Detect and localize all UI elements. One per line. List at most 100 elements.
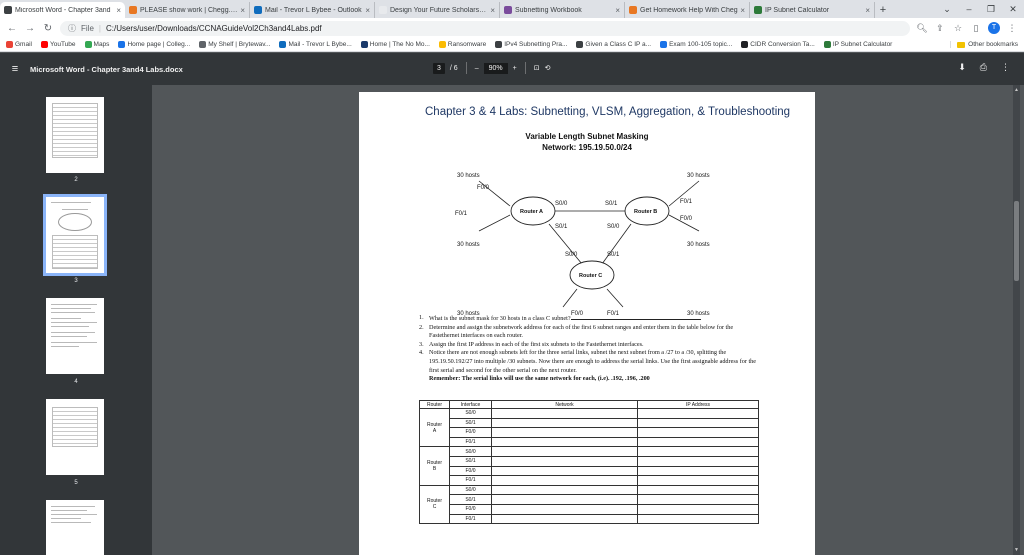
browser-tab[interactable]: Design Your Future Scholarship × [375,2,500,18]
ip-address-cell[interactable] [637,408,759,419]
ip-address-cell[interactable] [637,494,759,505]
minimize-button[interactable]: – [958,4,980,14]
bookmark-item[interactable]: My Shelf | Brytewav... [199,41,270,48]
reload-icon[interactable]: ↻ [42,23,54,34]
ip-address-cell[interactable] [637,446,759,457]
bookmark-favicon-icon [118,41,126,48]
network-cell[interactable] [491,513,638,525]
bookmark-item[interactable]: CIDR Conversion Ta... [741,41,815,48]
tab-close-icon[interactable]: × [365,6,370,15]
browser-tab[interactable]: PLEASE show work | Chegg.com × [125,2,250,18]
page-thumbnail-6[interactable] [46,500,104,555]
browser-tab[interactable]: Get Homework Help With Cheg × [625,2,750,18]
download-icon[interactable]: ⬇ [958,62,966,73]
network-cell[interactable] [491,475,638,486]
close-window-button[interactable]: ✕ [1002,4,1024,15]
network-cell[interactable] [491,503,638,515]
scroll-up-arrow-icon[interactable]: ▲ [1013,87,1020,93]
url-text[interactable]: C:/Users/user/Downloads/CCNAGuideVol2Ch3… [106,24,322,33]
bookmark-item[interactable]: IP Subnet Calculator [823,41,892,48]
tab-close-icon[interactable]: × [240,6,245,15]
page-thumbnail-2[interactable] [46,97,104,173]
bookmark-item[interactable]: Given a Class C IP a... [576,41,651,48]
tab-title: Microsoft Word - Chapter 3and [15,6,111,14]
bookmark-item[interactable]: Home | The No Mo... [360,41,430,48]
bookmark-item[interactable]: Home page | Colleg... [118,41,190,48]
omnibox[interactable]: ⓘ File | C:/Users/user/Downloads/CCNAGui… [60,20,910,36]
other-bookmarks[interactable]: Other bookmarks [950,41,1018,48]
share-icon[interactable]: ⇪ [934,23,946,34]
ip-address-cell[interactable] [637,455,759,467]
page-total: / 6 [449,64,458,72]
tab-close-icon[interactable]: × [490,6,495,15]
table-row: F0/0 [420,465,759,477]
browser-tab[interactable]: Mail - Trevor L Bybee - Outlook × [250,2,375,18]
ip-address-cell[interactable] [637,513,759,525]
ip-address-cell[interactable] [637,484,759,496]
network-cell[interactable] [491,484,638,496]
ip-address-cell[interactable] [637,436,759,448]
page-thumbnail-5[interactable] [46,399,104,475]
browser-tab[interactable]: Subnetting Workbook × [500,2,625,18]
bookmark-item[interactable]: Ransomware [438,41,486,48]
bookmark-item[interactable]: Gmail [6,41,32,48]
ip-address-cell[interactable] [637,503,759,515]
tab-close-icon[interactable]: × [740,6,745,15]
tab-favicon-icon [4,6,12,14]
network-cell[interactable] [491,408,638,419]
scrollbar-thumb[interactable] [1014,201,1019,281]
network-cell[interactable] [491,455,638,467]
back-arrow-icon[interactable]: ← [6,23,18,34]
rotate-icon[interactable]: ⟲ [545,64,551,72]
ip-address-cell[interactable] [637,417,759,429]
network-cell[interactable] [491,436,638,448]
pdf-viewer[interactable]: ▲ ▼ Chapter 3 & 4 Labs: Subnetting, VLSM… [152,85,1024,555]
zoom-icon[interactable]: 🔍︎ [916,23,928,34]
table-row: F0/1 [420,475,759,486]
page-thumbnail-4[interactable] [46,298,104,374]
ip-address-cell[interactable] [637,427,759,438]
ip-address-cell[interactable] [637,465,759,477]
table-row: F0/1 [420,436,759,448]
thumbnail-page-number: 4 [74,379,78,385]
bookmark-item[interactable]: Exam 100-105 topic... [660,41,732,48]
tab-search-icon[interactable]: ⌄ [936,4,958,15]
page-thumbnail-3[interactable] [43,194,107,276]
bookmark-item[interactable]: YouTube [40,41,76,48]
network-cell[interactable] [491,465,638,477]
vertical-scrollbar[interactable]: ▲ ▼ [1013,85,1020,555]
bookmark-star-icon[interactable]: ☆ [952,23,964,34]
network-cell[interactable] [491,446,638,457]
page-number-input[interactable]: 3 [433,62,445,74]
zoom-out-button[interactable]: – [475,65,479,72]
network-cell[interactable] [491,417,638,429]
profile-avatar[interactable]: T [988,22,1000,34]
browser-tab[interactable]: IP Subnet Calculator × [750,2,875,18]
network-cell[interactable] [491,427,638,438]
tab-close-icon[interactable]: × [116,6,121,15]
side-panel-icon[interactable]: ▯ [970,23,982,34]
fit-page-icon[interactable]: ⊡ [534,64,540,72]
bookmark-item[interactable]: IPv4 Subnetting Pra... [495,41,567,48]
browser-tab[interactable]: Microsoft Word - Chapter 3and × [0,2,125,18]
chrome-menu-icon[interactable]: ⋮ [1006,23,1018,34]
interface-label: S0/1 [605,201,618,207]
zoom-level-input[interactable]: 90% [483,62,508,74]
restore-button[interactable]: ❐ [980,4,1002,15]
scroll-down-arrow-icon[interactable]: ▼ [1013,547,1020,553]
more-options-icon[interactable]: ⋮ [1001,62,1010,73]
table-row: F0/0 [420,503,759,515]
bookmark-item[interactable]: Mail - Trevor L Bybe... [279,41,352,48]
tab-close-icon[interactable]: × [865,6,870,15]
new-tab-button[interactable]: + [875,2,891,18]
tab-favicon-icon [254,6,262,14]
forward-arrow-icon[interactable]: → [24,23,36,34]
ip-address-cell[interactable] [637,475,759,486]
bookmark-item[interactable]: Maps [84,41,109,48]
tab-close-icon[interactable]: × [615,6,620,15]
network-cell[interactable] [491,494,638,505]
print-icon[interactable]: ⎙ [980,62,987,73]
zoom-in-button[interactable]: + [513,65,517,72]
hamburger-menu-icon[interactable]: ≡ [0,63,30,75]
info-icon[interactable]: ⓘ [68,23,76,34]
